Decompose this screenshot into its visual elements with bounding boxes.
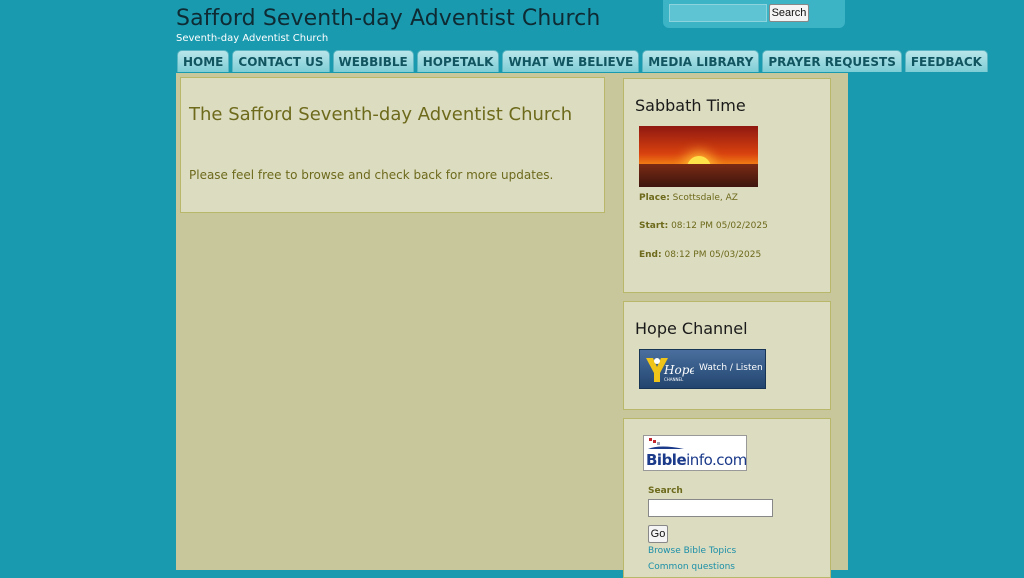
browse-bible-topics-link[interactable]: Browse Bible Topics: [648, 546, 736, 556]
nav-tab-contact-us[interactable]: CONTACT US: [232, 50, 330, 72]
bible-search-input[interactable]: [648, 499, 773, 517]
header-search-button[interactable]: Search: [769, 4, 809, 22]
nav-tab-feedback[interactable]: FEEDBACK: [904, 50, 988, 72]
nav-tab-home[interactable]: HOME: [177, 50, 230, 72]
bibleinfo-logo[interactable]: Bibleinfo.com: [643, 435, 747, 471]
bibleinfo-wordmark-light: info.com: [686, 451, 747, 469]
bibleinfo-wordmark-bold: Bible: [646, 451, 687, 469]
header-search-box: Search: [663, 0, 845, 28]
bible-search-label: Search: [648, 486, 683, 496]
welcome-title: The Safford Seventh-day Adventist Church: [189, 104, 573, 125]
sabbath-place: Place: Scottsdale, AZ: [639, 193, 738, 203]
nav-tab-hopetalk[interactable]: HOPETALK: [416, 50, 500, 72]
welcome-text: Please feel free to browse and check bac…: [189, 168, 554, 182]
sabbath-place-value: Scottsdale, AZ: [672, 193, 738, 203]
bibleinfo-wordmark: Bibleinfo.com: [646, 451, 747, 469]
sabbath-time-title: Sabbath Time: [635, 96, 746, 115]
sabbath-start: Start: 08:12 PM 05/02/2025: [639, 221, 768, 231]
sabbath-start-value: 08:12 PM 05/02/2025: [671, 221, 768, 231]
hope-channel-title: Hope Channel: [635, 319, 748, 338]
hope-channel-panel: Hope Channel Hope CHANNEL Watch / Listen: [623, 301, 831, 410]
nav-tab-what-we-believe[interactable]: WHAT WE BELIEVE: [502, 50, 640, 72]
sabbath-start-label: Start:: [639, 221, 669, 231]
hope-logo-subtext: CHANNEL: [664, 377, 684, 382]
main-nav: HOME CONTACT US WEBBIBLE HOPETALK WHAT W…: [177, 50, 988, 73]
bibleinfo-mark-icon: [648, 438, 684, 449]
bible-go-button[interactable]: Go: [648, 525, 668, 543]
horizon-graphic: [639, 164, 758, 187]
hope-logo-text: Hope: [663, 363, 694, 377]
hope-watch-listen-label: Watch / Listen: [699, 363, 763, 373]
site-title: Safford Seventh-day Adventist Church: [176, 6, 601, 31]
sabbath-end: End: 08:12 PM 05/03/2025: [639, 250, 761, 260]
bibleinfo-panel: Bibleinfo.com Search Go Browse Bible Top…: [623, 418, 831, 578]
nav-tab-prayer-requests[interactable]: PRAYER REQUESTS: [762, 50, 902, 72]
welcome-panel: The Safford Seventh-day Adventist Church…: [180, 77, 605, 213]
sabbath-time-panel: Sabbath Time Place: Scottsdale, AZ Start…: [623, 78, 831, 293]
sabbath-end-label: End:: [639, 250, 662, 260]
site-subtitle: Seventh-day Adventist Church: [176, 33, 329, 44]
header-search-input[interactable]: [669, 4, 767, 22]
nav-tab-media-library[interactable]: MEDIA LIBRARY: [642, 50, 760, 72]
sabbath-end-value: 08:12 PM 05/03/2025: [664, 250, 762, 260]
nav-tab-webbible[interactable]: WEBBIBLE: [332, 50, 414, 72]
hope-channel-logo-icon: Hope CHANNEL: [646, 358, 694, 382]
sabbath-place-label: Place:: [639, 193, 670, 203]
sunset-image: [639, 126, 758, 187]
hope-watch-listen-button[interactable]: Hope CHANNEL Watch / Listen: [639, 349, 766, 389]
common-questions-link[interactable]: Common questions: [648, 562, 735, 572]
